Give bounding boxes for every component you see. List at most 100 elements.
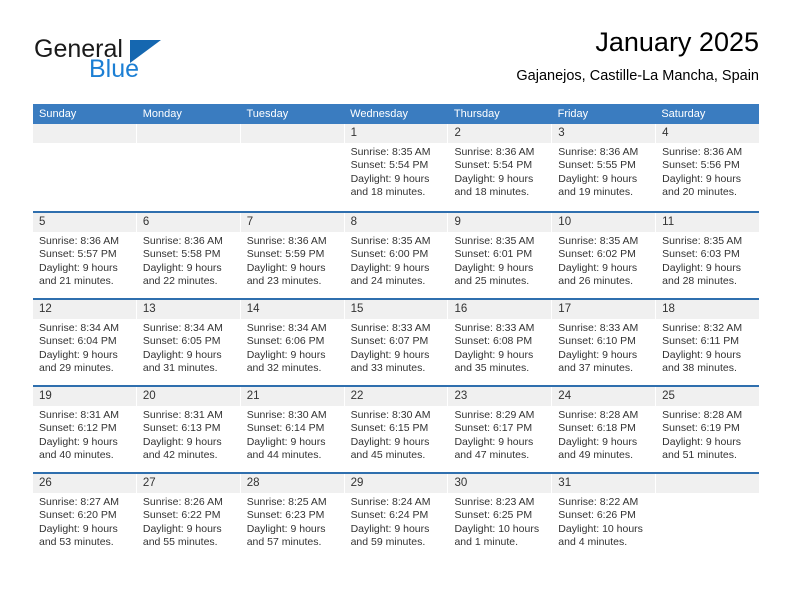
calendar-day-cell[interactable]: 4 Sunrise: 8:36 AM Sunset: 5:56 PM Daylight… [656, 124, 760, 211]
daylight-text-line1: Daylight: 9 hours [454, 348, 534, 361]
calendar-day-cell[interactable]: 5 Sunrise: 8:36 AM Sunset: 5:57 PM Daylight… [33, 213, 137, 298]
calendar-day-cell[interactable]: 18 Sunrise: 8:32 AM Sunset: 6:11 PM Dayligh… [656, 300, 760, 385]
day-number: 17 [558, 303, 572, 315]
calendar-day-cell[interactable]: 11 Sunrise: 8:35 AM Sunset: 6:03 PM Dayligh… [656, 213, 760, 298]
daylight-text-line2: and 53 minutes. [39, 536, 114, 549]
day-info: Sunrise: 8:27 AM Sunset: 6:20 PM Daylight:… [33, 493, 136, 550]
calendar-day-cell[interactable]: 16 Sunrise: 8:33 AM Sunset: 6:08 PM Dayligh… [448, 300, 553, 385]
day-number: 28 [246, 477, 260, 489]
weekday-header-monday: Monday [142, 108, 182, 120]
daylight-text-line1: Daylight: 9 hours [39, 435, 118, 448]
sunrise-text: Sunrise: 8:35 AM [454, 235, 535, 247]
calendar-week-row: 5 Sunrise: 8:36 AM Sunset: 5:57 PM Daylight… [33, 211, 760, 298]
day-number: 30 [454, 477, 468, 489]
calendar-day-cell[interactable]: 2 Sunrise: 8:36 AM Sunset: 5:54 PM Daylight… [448, 124, 553, 211]
day-info: Sunrise: 8:31 AM Sunset: 6:12 PM Daylight:… [33, 406, 136, 463]
daylight-text-line2: and 18 minutes. [454, 186, 530, 199]
calendar-day-cell[interactable]: 24 Sunrise: 8:28 AM Sunset: 6:18 PM Dayligh… [552, 387, 657, 472]
day-number: 31 [558, 477, 572, 489]
day-number-band: 23 [448, 387, 552, 406]
calendar-day-cell[interactable]: 6 Sunrise: 8:36 AM Sunset: 5:58 PM Daylight… [136, 213, 241, 298]
calendar-day-cell[interactable]: 25 Sunrise: 8:28 AM Sunset: 6:19 PM Dayligh… [656, 387, 760, 472]
daylight-text-line1: Daylight: 9 hours [142, 522, 222, 535]
calendar-day-cell[interactable]: 19 Sunrise: 8:31 AM Sunset: 6:12 PM Dayligh… [33, 387, 137, 472]
daylight-text-line2: and 31 minutes. [142, 362, 218, 375]
daylight-text-line2: and 37 minutes. [558, 362, 634, 375]
calendar-day-cell[interactable]: 27 Sunrise: 8:26 AM Sunset: 6:22 PM Dayligh… [136, 474, 241, 559]
calendar-day-cell[interactable]: 23 Sunrise: 8:29 AM Sunset: 6:17 PM Dayligh… [448, 387, 553, 472]
sunset-text: Sunset: 6:18 PM [558, 422, 636, 435]
day-info: Sunrise: 8:30 AM Sunset: 6:14 PM Daylight:… [241, 406, 344, 463]
calendar-day-cell[interactable]: 10 Sunrise: 8:35 AM Sunset: 6:02 PM Dayligh… [552, 213, 657, 298]
day-number: 7 [246, 216, 254, 228]
weekday-header-thursday: Thursday [453, 108, 500, 120]
sunset-text: Sunset: 6:03 PM [662, 248, 740, 261]
day-number: 19 [39, 390, 52, 402]
daylight-text-line1: Daylight: 9 hours [558, 435, 638, 448]
general-blue-logo[interactable]: General Blue [33, 26, 233, 86]
sunrise-text: Sunrise: 8:25 AM [246, 496, 327, 508]
calendar-day-cell[interactable]: 30 Sunrise: 8:23 AM Sunset: 6:25 PM Dayligh… [448, 474, 553, 559]
calendar-day-cell[interactable]: 12 Sunrise: 8:34 AM Sunset: 6:04 PM Dayligh… [33, 300, 137, 385]
sunset-text: Sunset: 6:17 PM [454, 422, 533, 435]
daylight-text-line2: and 28 minutes. [662, 275, 737, 288]
day-number-band: 22 [344, 387, 448, 406]
sunset-text: Sunset: 6:08 PM [454, 335, 533, 348]
daylight-text-line1: Daylight: 9 hours [142, 435, 222, 448]
day-number: 13 [142, 303, 156, 315]
daylight-text-line2: and 59 minutes. [350, 536, 426, 549]
day-number-band [240, 124, 344, 143]
day-number-band: 5 [33, 213, 136, 232]
calendar-day-cell[interactable]: 7 Sunrise: 8:36 AM Sunset: 5:59 PM Daylight… [240, 213, 345, 298]
day-info: Sunrise: 8:34 AM Sunset: 6:06 PM Daylight:… [241, 319, 344, 376]
daylight-text-line1: Daylight: 9 hours [246, 435, 326, 448]
calendar-day-cell[interactable]: 1 Sunrise: 8:35 AM Sunset: 5:54 PM Daylight… [344, 124, 449, 211]
calendar-day-cell[interactable]: 17 Sunrise: 8:33 AM Sunset: 6:10 PM Dayligh… [552, 300, 657, 385]
day-info: Sunrise: 8:25 AM Sunset: 6:23 PM Daylight:… [241, 493, 344, 550]
calendar-day-cell[interactable]: 14 Sunrise: 8:34 AM Sunset: 6:06 PM Dayligh… [240, 300, 345, 385]
sunrise-text: Sunrise: 8:30 AM [246, 409, 327, 421]
sunset-text: Sunset: 5:54 PM [350, 159, 429, 172]
sunset-text: Sunset: 6:12 PM [39, 422, 117, 435]
daylight-text-line1: Daylight: 9 hours [39, 261, 118, 274]
day-info: Sunrise: 8:28 AM Sunset: 6:18 PM Daylight:… [552, 406, 655, 463]
day-number: 1 [350, 127, 357, 139]
daylight-text-line1: Daylight: 9 hours [246, 261, 326, 274]
calendar-day-cell[interactable]: 26 Sunrise: 8:27 AM Sunset: 6:20 PM Dayligh… [33, 474, 137, 559]
calendar-day-cell[interactable]: 28 Sunrise: 8:25 AM Sunset: 6:23 PM Dayligh… [240, 474, 345, 559]
sunrise-text: Sunrise: 8:31 AM [142, 409, 223, 421]
calendar-day-cell[interactable]: 21 Sunrise: 8:30 AM Sunset: 6:14 PM Dayligh… [240, 387, 345, 472]
sunset-text: Sunset: 5:57 PM [39, 248, 117, 261]
day-number-band: 26 [33, 474, 136, 493]
daylight-text-line2: and 35 minutes. [454, 362, 530, 375]
calendar-day-cell[interactable]: 31 Sunrise: 8:22 AM Sunset: 6:26 PM Dayligh… [552, 474, 657, 559]
calendar-day-cell[interactable]: 29 Sunrise: 8:24 AM Sunset: 6:24 PM Dayligh… [344, 474, 449, 559]
page-header: General Blue January 2025 Gajanejos, Cas… [33, 26, 759, 98]
sunrise-text: Sunrise: 8:33 AM [454, 322, 535, 334]
calendar-day-cell[interactable]: 3 Sunrise: 8:36 AM Sunset: 5:55 PM Daylight… [552, 124, 657, 211]
daylight-text-line2: and 29 minutes. [39, 362, 114, 375]
day-number-band: 7 [240, 213, 344, 232]
day-number-band [136, 124, 240, 143]
daylight-text-line2: and 24 minutes. [350, 275, 426, 288]
weekday-header-row: Sunday Monday Tuesday Wednesday Thursday Frid… [33, 104, 759, 124]
calendar-day-cell[interactable]: 13 Sunrise: 8:34 AM Sunset: 6:05 PM Dayligh… [136, 300, 241, 385]
sunset-text: Sunset: 6:06 PM [246, 335, 325, 348]
day-number-band: 24 [552, 387, 656, 406]
calendar-grid: Sunday Monday Tuesday Wednesday Thursday Frid… [33, 104, 760, 559]
calendar-day-cell[interactable]: 8 Sunrise: 8:35 AM Sunset: 6:00 PM Daylight… [344, 213, 449, 298]
day-number-band: 28 [240, 474, 344, 493]
calendar-day-cell[interactable]: 20 Sunrise: 8:31 AM Sunset: 6:13 PM Dayligh… [136, 387, 241, 472]
sunset-text: Sunset: 6:01 PM [454, 248, 533, 261]
calendar-day-cell[interactable]: 15 Sunrise: 8:33 AM Sunset: 6:07 PM Dayligh… [344, 300, 449, 385]
daylight-text-line1: Daylight: 10 hours [558, 522, 643, 535]
calendar-day-cell[interactable]: 9 Sunrise: 8:35 AM Sunset: 6:01 PM Daylight… [448, 213, 553, 298]
daylight-text-line1: Daylight: 9 hours [350, 261, 430, 274]
day-info: Sunrise: 8:36 AM Sunset: 5:57 PM Daylight:… [33, 232, 136, 289]
day-info: Sunrise: 8:31 AM Sunset: 6:13 PM Daylight:… [137, 406, 240, 463]
daylight-text-line1: Daylight: 9 hours [246, 348, 326, 361]
calendar-day-cell[interactable]: 22 Sunrise: 8:30 AM Sunset: 6:15 PM Dayligh… [344, 387, 449, 472]
daylight-text-line2: and 32 minutes. [246, 362, 322, 375]
sunrise-text: Sunrise: 8:36 AM [246, 235, 327, 247]
day-info: Sunrise: 8:22 AM Sunset: 6:26 PM Daylight:… [552, 493, 655, 550]
